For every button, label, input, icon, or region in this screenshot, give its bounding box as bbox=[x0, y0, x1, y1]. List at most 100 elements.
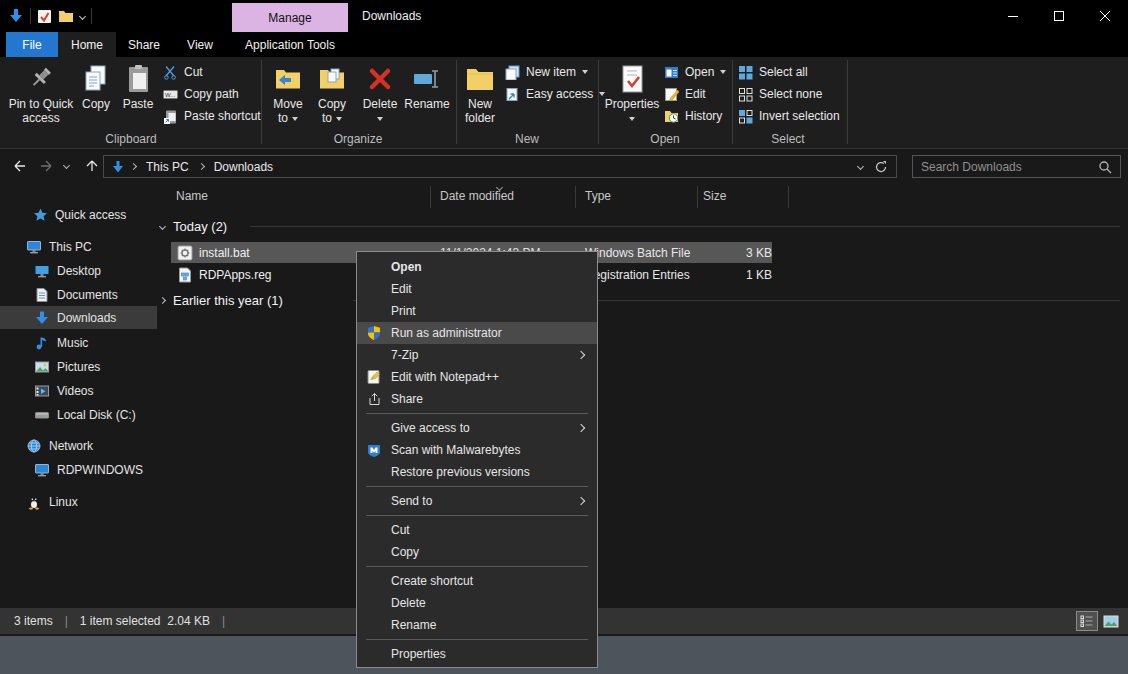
column-header-name[interactable]: Name bbox=[176, 189, 208, 203]
menu-item-properties[interactable]: Properties bbox=[357, 643, 597, 665]
menu-item-print[interactable]: Print bbox=[357, 300, 597, 322]
manage-contextual-tab[interactable]: Manage bbox=[232, 3, 348, 32]
copy-to-label: Copy to bbox=[314, 97, 350, 125]
rename-button[interactable]: Rename bbox=[402, 61, 452, 111]
history-button[interactable]: History bbox=[664, 106, 722, 126]
refresh-icon[interactable] bbox=[874, 160, 888, 174]
properties-check-icon[interactable] bbox=[37, 9, 52, 24]
menu-item-7zip[interactable]: 7-Zip bbox=[357, 344, 597, 366]
invert-selection-button[interactable]: Invert selection bbox=[738, 106, 840, 126]
back-icon[interactable] bbox=[12, 158, 28, 174]
title-bar: Manage Downloads bbox=[0, 0, 1128, 32]
edit-button[interactable]: Edit bbox=[664, 84, 706, 104]
menu-item-scan-with-malwarebytes[interactable]: Scan with Malwarebytes bbox=[357, 439, 597, 461]
new-folder-button[interactable]: New folder bbox=[458, 61, 502, 125]
menu-item-edit-with-notepadpp[interactable]: Edit with Notepad++ bbox=[357, 366, 597, 388]
tab-file[interactable]: File bbox=[6, 32, 58, 57]
menu-item-run-as-administrator[interactable]: Run as administrator bbox=[357, 322, 597, 344]
group-collapsed-chevron[interactable] bbox=[159, 297, 166, 304]
column-header-size[interactable]: Size bbox=[703, 189, 726, 203]
search-icon[interactable] bbox=[1098, 160, 1112, 174]
details-view-icon bbox=[1080, 615, 1094, 627]
menu-item-delete[interactable]: Delete bbox=[357, 592, 597, 614]
cut-icon bbox=[163, 65, 178, 80]
sidebar-item-pictures[interactable]: Pictures bbox=[0, 355, 157, 378]
sidebar-item-downloads[interactable]: Downloads bbox=[0, 306, 157, 329]
qat-dropdown-chevron[interactable] bbox=[79, 12, 86, 19]
paste-shortcut-button[interactable]: Paste shortcut bbox=[163, 106, 261, 126]
address-downloads-icon bbox=[111, 160, 125, 174]
copy-path-button[interactable]: W... Copy path bbox=[163, 84, 239, 104]
search-input[interactable]: Search Downloads bbox=[912, 155, 1121, 178]
quick-access-toolbar bbox=[8, 0, 92, 32]
menu-item-give-access-to[interactable]: Give access to bbox=[357, 417, 597, 439]
breadcrumb-chevron-1[interactable] bbox=[130, 163, 137, 170]
new-folder-qat-icon[interactable] bbox=[58, 9, 74, 23]
menu-item-copy[interactable]: Copy bbox=[357, 541, 597, 563]
cut-button[interactable]: Cut bbox=[163, 62, 203, 82]
menu-item-rename[interactable]: Rename bbox=[357, 614, 597, 636]
menu-item-edit[interactable]: Edit bbox=[357, 278, 597, 300]
group-expanded-chevron[interactable] bbox=[159, 223, 166, 230]
select-all-button[interactable]: Select all bbox=[738, 62, 808, 82]
thumbnail-view-button[interactable] bbox=[1100, 611, 1122, 631]
sidebar-item-local-disk[interactable]: Local Disk (C:) bbox=[0, 403, 157, 426]
column-header-type[interactable]: Type bbox=[585, 189, 611, 203]
breadcrumb-downloads[interactable]: Downloads bbox=[214, 160, 273, 174]
items-count: 3 items bbox=[14, 614, 53, 628]
close-button[interactable] bbox=[1082, 0, 1128, 32]
paste-button[interactable]: Paste bbox=[118, 61, 158, 111]
tab-share[interactable]: Share bbox=[116, 32, 172, 57]
recent-locations-chevron[interactable] bbox=[63, 162, 70, 169]
sidebar-item-rdpwindows[interactable]: RDPWINDOWS bbox=[0, 458, 157, 481]
group-header-today[interactable]: Today (2) bbox=[160, 219, 227, 234]
easy-access-button[interactable]: Easy access bbox=[505, 84, 605, 104]
column-header-date-modified[interactable]: Date modified bbox=[440, 189, 514, 203]
tab-view[interactable]: View bbox=[172, 32, 228, 57]
sidebar-item-desktop[interactable]: Desktop bbox=[0, 259, 157, 282]
maximize-button[interactable] bbox=[1036, 0, 1082, 32]
sidebar-item-this-pc[interactable]: This PC bbox=[0, 235, 157, 258]
menu-item-open[interactable]: Open bbox=[357, 256, 597, 278]
menu-item-share[interactable]: Share bbox=[357, 388, 597, 410]
menu-item-cut[interactable]: Cut bbox=[357, 519, 597, 541]
address-bar[interactable]: This PC Downloads bbox=[103, 155, 897, 178]
up-icon[interactable] bbox=[84, 158, 100, 174]
properties-button[interactable]: Properties bbox=[604, 61, 660, 125]
file-list-pane: Name Date modified Type Size Today (2) i… bbox=[157, 183, 1128, 608]
svg-text:W...: W... bbox=[165, 92, 176, 98]
new-item-button[interactable]: New item bbox=[505, 62, 588, 82]
edit-icon bbox=[664, 87, 679, 102]
select-none-button[interactable]: Select none bbox=[738, 84, 822, 104]
sidebar-item-linux[interactable]: Linux bbox=[0, 490, 157, 513]
file-row-install-bat[interactable]: install.bat 11/1/2024 1:43 PM Windows Ba… bbox=[177, 242, 1117, 263]
submenu-arrow-icon bbox=[577, 424, 585, 432]
breadcrumb-this-pc[interactable]: This PC bbox=[146, 160, 189, 174]
address-dropdown-chevron[interactable] bbox=[857, 163, 864, 170]
file-row-rdpapps-reg[interactable]: RDPApps.reg Registration Entries 1 KB bbox=[177, 264, 1117, 285]
sidebar-item-quick-access[interactable]: Quick access bbox=[0, 203, 157, 226]
pin-to-quick-access-button[interactable]: Pin to Quick access bbox=[8, 61, 74, 125]
sidebar-item-documents[interactable]: Documents bbox=[0, 283, 157, 306]
menu-item-send-to[interactable]: Send to bbox=[357, 490, 597, 512]
tab-home[interactable]: Home bbox=[58, 32, 116, 57]
move-to-button[interactable]: Move to bbox=[268, 61, 308, 125]
menu-item-create-shortcut[interactable]: Create shortcut bbox=[357, 570, 597, 592]
copy-to-button[interactable]: Copy to bbox=[312, 61, 352, 125]
history-icon bbox=[664, 109, 679, 124]
menu-item-restore-previous-versions[interactable]: Restore previous versions bbox=[357, 461, 597, 483]
submenu-arrow-icon bbox=[577, 497, 585, 505]
sidebar-item-music[interactable]: Music bbox=[0, 331, 157, 354]
selection-info: 1 item selected 2.04 KB bbox=[80, 614, 210, 628]
details-view-button[interactable] bbox=[1076, 611, 1098, 631]
sidebar-item-network[interactable]: Network bbox=[0, 434, 157, 457]
open-button[interactable]: Open bbox=[664, 62, 726, 82]
group-header-earlier[interactable]: Earlier this year (1) bbox=[160, 293, 283, 308]
sidebar-item-videos[interactable]: Videos bbox=[0, 379, 157, 402]
tab-application-tools[interactable]: Application Tools bbox=[232, 32, 348, 57]
minimize-button[interactable] bbox=[990, 0, 1036, 32]
delete-button[interactable]: Delete bbox=[358, 61, 402, 125]
breadcrumb-chevron-2[interactable] bbox=[198, 163, 205, 170]
forward-icon[interactable] bbox=[38, 158, 54, 174]
copy-button[interactable]: Copy bbox=[76, 61, 116, 111]
